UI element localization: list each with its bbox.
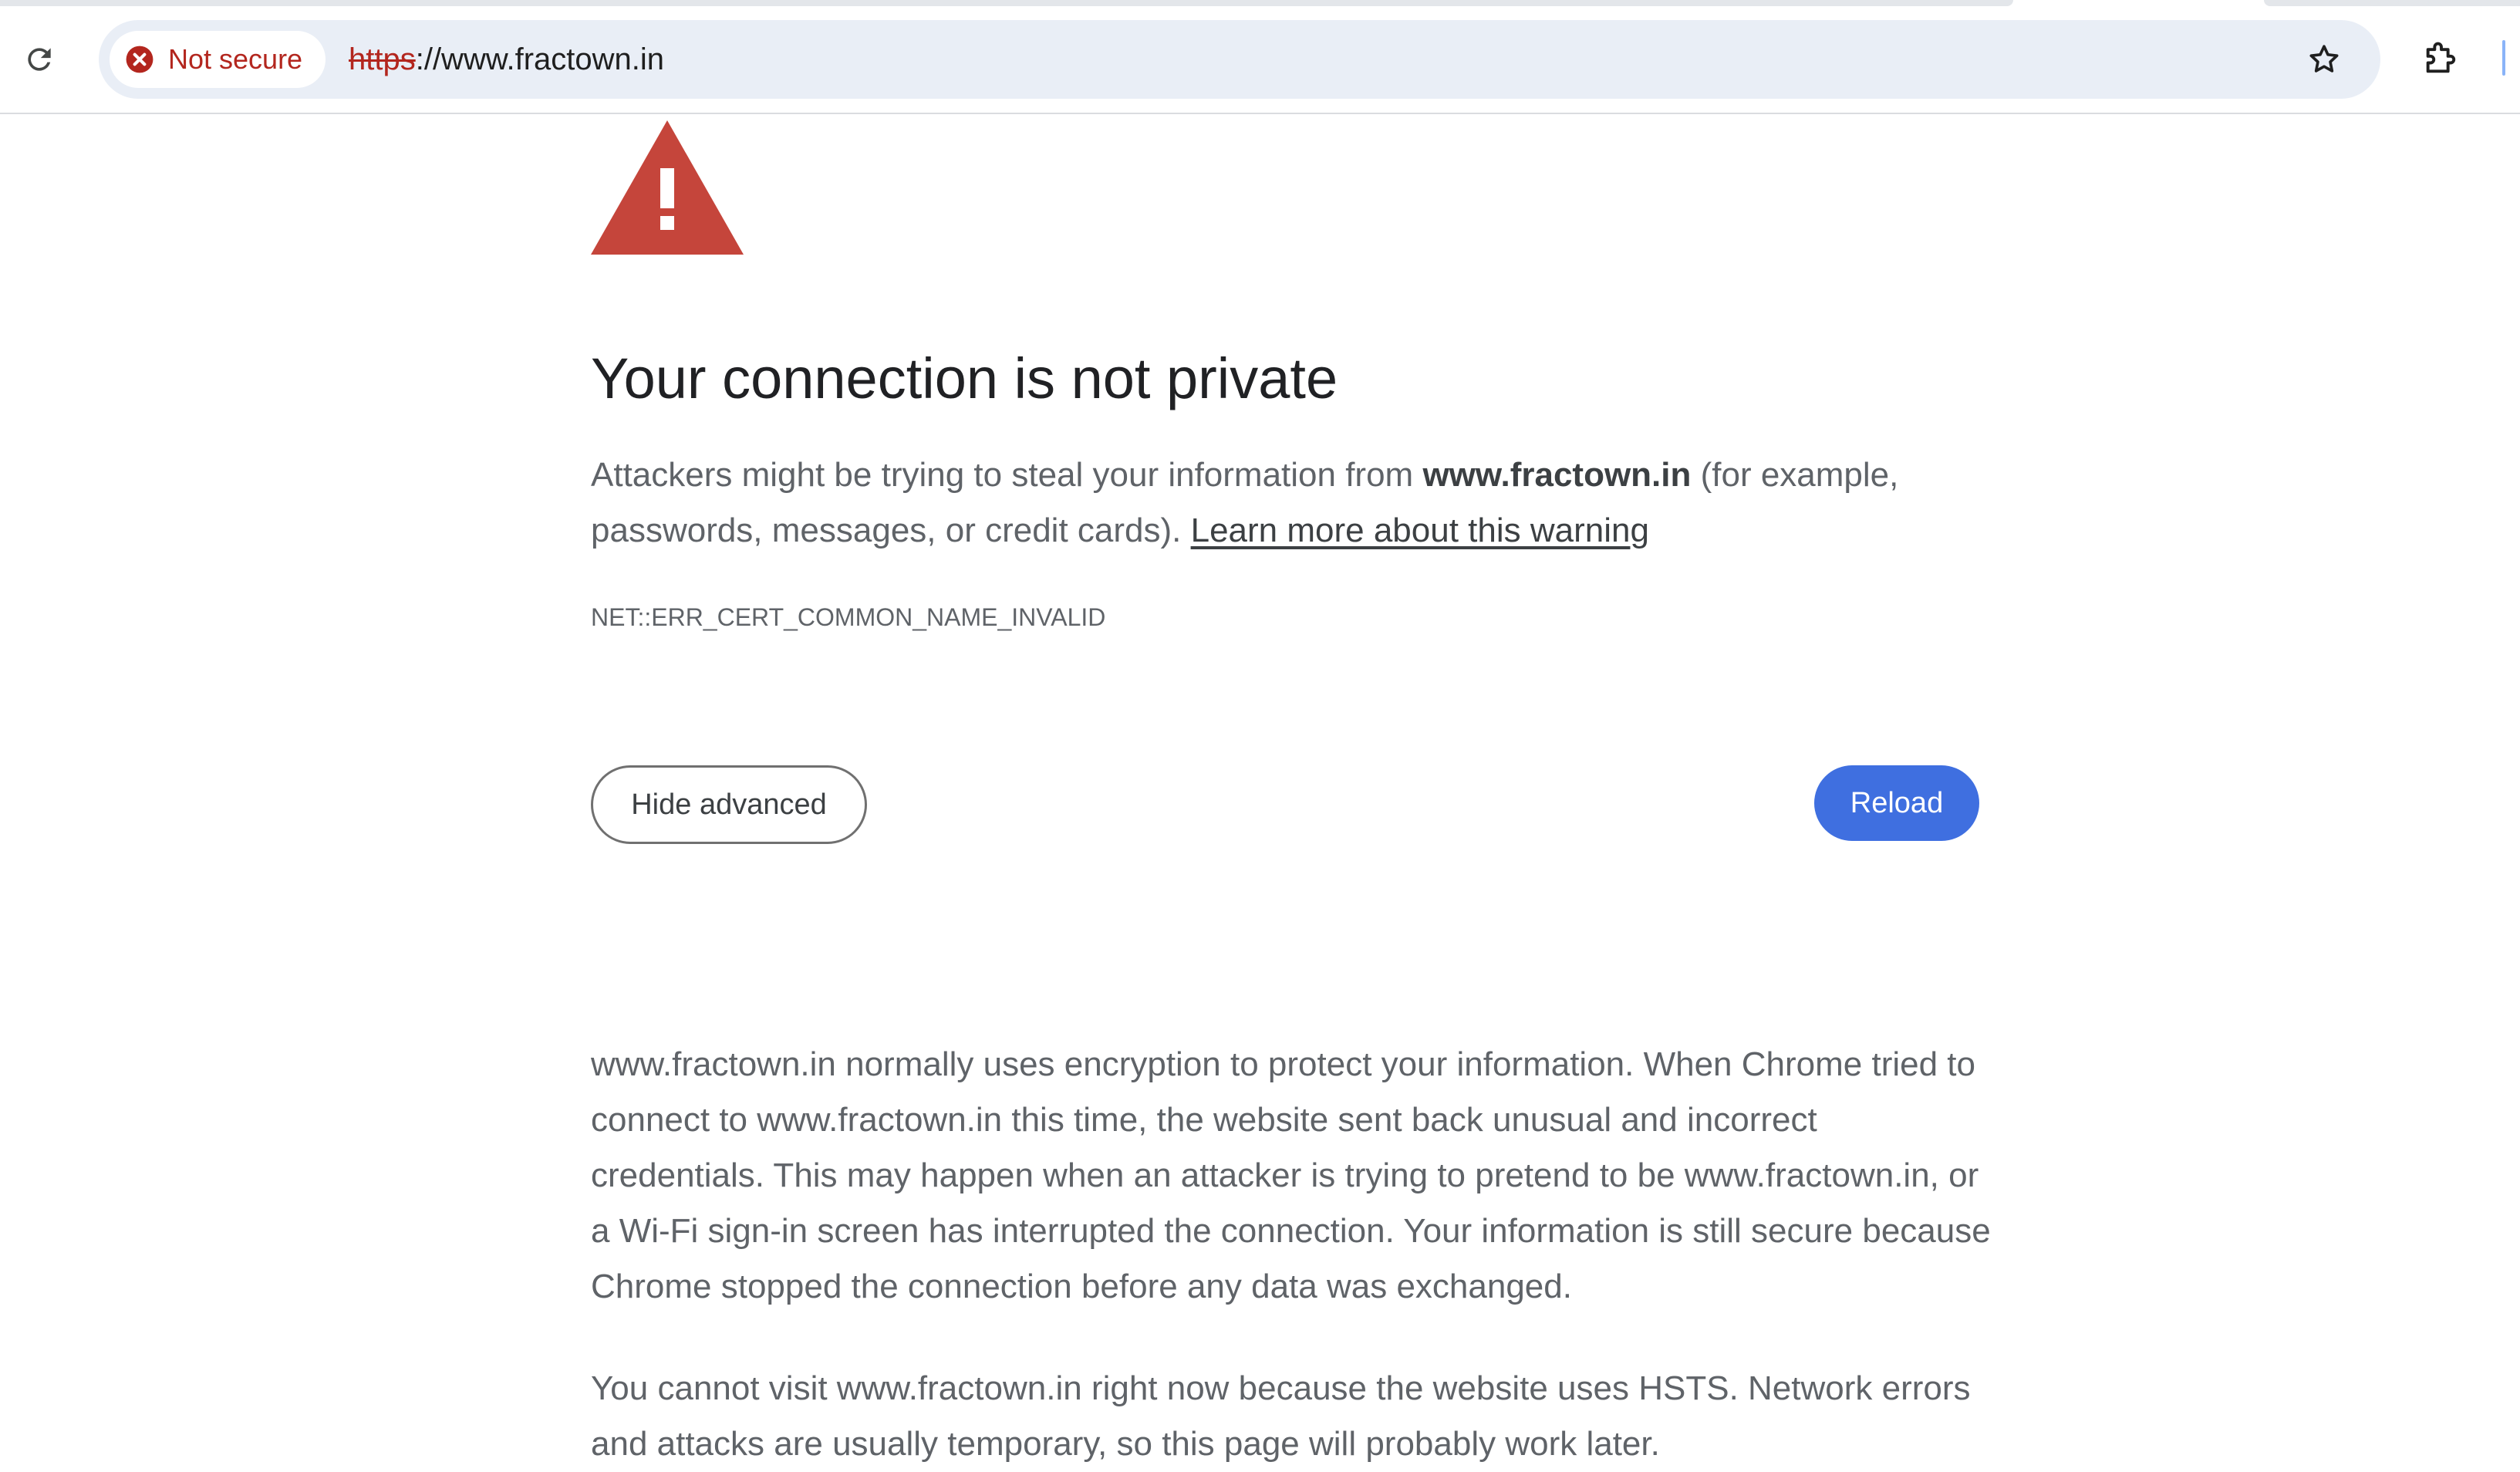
reload-button[interactable]: Reload [1814,765,1979,841]
url-scheme: https [349,42,416,76]
url-text[interactable]: https://www.fractown.in [349,20,664,99]
site-domain: www.fractown.in [1422,456,1692,494]
toolbar-divider [2502,40,2505,76]
tab-strip-edge [2264,0,2520,6]
address-bar[interactable]: Not secure https://www.fractown.in [99,20,2380,99]
security-status-label: Not secure [168,43,303,75]
error-code[interactable]: NET::ERR_CERT_COMMON_NAME_INVALID [591,603,1105,632]
reload-page-button[interactable] [14,34,65,85]
tab-strip-edge [0,0,2013,6]
warning-triangle-icon [591,120,744,255]
advanced-details-text: www.fractown.in normally uses encryption… [591,1045,1991,1305]
star-icon [2309,45,2339,73]
hsts-explanation-text: You cannot visit www.fractown.in right n… [591,1369,1971,1463]
url-host: ://www.fractown.in [415,42,665,76]
intro-text: Attackers might be trying to steal your … [591,456,1423,494]
security-indicator-chip[interactable]: Not secure [110,31,326,88]
error-circle-icon [126,46,153,73]
learn-more-link[interactable]: Learn more about this warning [1191,511,1649,549]
reload-icon [28,48,51,71]
warning-description: Attackers might be trying to steal your … [591,447,1995,559]
page-title: Your connection is not private [591,346,1338,410]
browser-toolbar: Not secure https://www.fractown.in [0,0,2520,114]
puzzle-icon [2426,42,2456,73]
hide-advanced-button[interactable]: Hide advanced [591,765,867,844]
extensions-button[interactable] [2414,31,2468,85]
bookmark-button[interactable] [2299,34,2350,85]
